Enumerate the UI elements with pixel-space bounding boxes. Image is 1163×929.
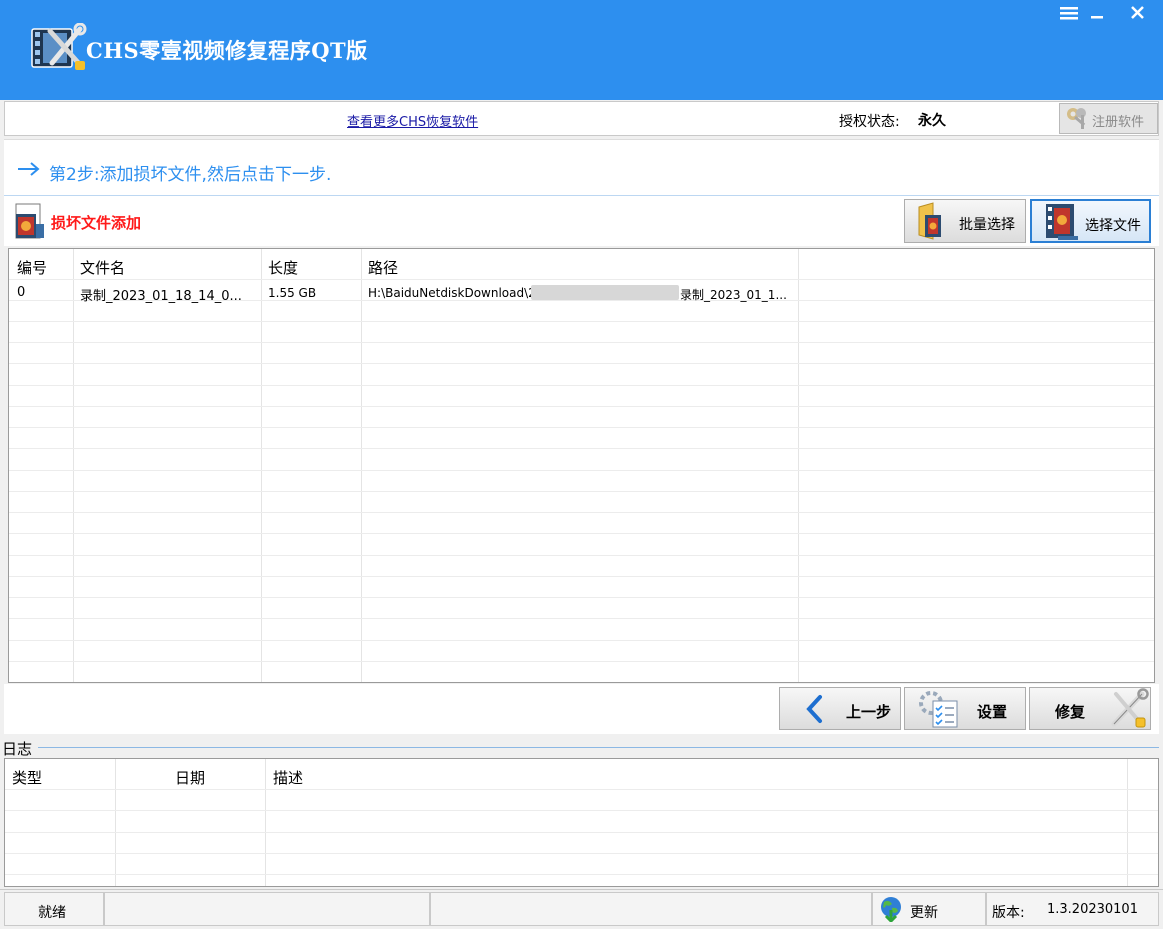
- repair-button[interactable]: 修复: [1029, 687, 1151, 730]
- redacted-path-segment: [531, 285, 679, 300]
- checklist-gear-icon: [919, 691, 958, 728]
- row-divider: [9, 279, 1154, 280]
- file-table[interactable]: 编号 文件名 长度 路径 0 录制_2023_01_18_14_0... 1.5…: [8, 248, 1155, 683]
- row-divider: [9, 448, 1154, 449]
- app-title: CHS零壹视频修复程序QT版: [86, 38, 368, 63]
- repair-label: 修复: [1055, 703, 1086, 721]
- batch-select-label: 批量选择: [959, 217, 1015, 233]
- prev-step-label: 上一步: [846, 703, 892, 721]
- log-rule: [38, 747, 1159, 748]
- step-panel: 第2步:添加损坏文件,然后点击下一步.: [4, 139, 1159, 196]
- update-label: 更新: [910, 905, 938, 921]
- version-value: 1.3.20230101: [1047, 902, 1138, 917]
- status-cell-empty: [104, 892, 430, 926]
- log-column-date[interactable]: 日期: [175, 767, 205, 788]
- prev-step-button[interactable]: 上一步: [779, 687, 901, 730]
- row-divider: [9, 512, 1154, 513]
- status-text: 就绪: [38, 905, 66, 921]
- auth-status-label: 授权状态:: [839, 114, 900, 130]
- close-icon[interactable]: [1127, 4, 1149, 22]
- register-button-label: 注册软件: [1092, 115, 1145, 130]
- title-bar: CHS零壹视频修复程序QT版: [0, 0, 1163, 100]
- select-file-button[interactable]: 选择文件: [1030, 199, 1151, 243]
- video-repair-logo-icon: [31, 23, 87, 70]
- row-divider: [9, 640, 1154, 641]
- cell-name: 录制_2023_01_18_14_0...: [80, 289, 242, 304]
- add-section-title: 损坏文件添加: [51, 214, 142, 232]
- more-software-link[interactable]: 查看更多CHS恢复软件: [347, 111, 478, 130]
- hamburger-menu-icon[interactable]: [1058, 4, 1080, 22]
- auth-status-value: 永久: [918, 113, 946, 129]
- settings-label: 设置: [977, 703, 1008, 721]
- log-column-type[interactable]: 类型: [12, 767, 42, 788]
- row-divider: [9, 597, 1154, 598]
- row-divider: [9, 321, 1154, 322]
- log-column-description[interactable]: 描述: [273, 767, 303, 788]
- row-divider: [9, 533, 1154, 534]
- status-cell-empty: [430, 892, 872, 926]
- update-button[interactable]: 更新: [872, 892, 986, 926]
- status-bar: 就绪 更新 版本: 1.3.20230101: [0, 889, 1163, 929]
- cell-id: 0: [17, 285, 26, 300]
- column-header-id[interactable]: 编号: [17, 257, 47, 278]
- row-divider: [9, 385, 1154, 386]
- add-file-toolbar: 损坏文件添加 批量选择 选择文件: [4, 196, 1159, 246]
- row-divider: [5, 874, 1158, 875]
- log-table[interactable]: 类型 日期 描述: [4, 758, 1159, 887]
- column-header-size[interactable]: 长度: [268, 257, 298, 278]
- film-file-icon: [15, 203, 44, 239]
- row-divider: [9, 342, 1154, 343]
- step-instruction: 第2步:添加损坏文件,然后点击下一步.: [49, 165, 332, 185]
- column-divider: [265, 759, 266, 886]
- log-title: 日志: [2, 738, 37, 759]
- wrench-screwdriver-icon: [1111, 688, 1149, 728]
- action-toolbar: 上一步 设置 修复: [4, 684, 1159, 734]
- select-file-label: 选择文件: [1085, 218, 1141, 234]
- register-button[interactable]: 注册软件: [1059, 103, 1158, 134]
- row-divider: [9, 427, 1154, 428]
- row-divider: [5, 832, 1158, 833]
- version-cell: 版本: 1.3.20230101: [986, 892, 1159, 926]
- row-divider: [9, 618, 1154, 619]
- batch-select-button[interactable]: 批量选择: [904, 199, 1026, 243]
- column-header-name[interactable]: 文件名: [80, 257, 125, 278]
- column-divider: [1127, 759, 1128, 886]
- row-divider: [5, 853, 1158, 854]
- keys-icon: [1067, 108, 1086, 129]
- cell-path-prefix: H:\BaiduNetdiskDownload\2: [368, 286, 536, 300]
- row-divider: [5, 789, 1158, 790]
- minimize-icon[interactable]: [1086, 4, 1108, 22]
- info-bar: 查看更多CHS恢复软件 授权状态: 永久 注册软件: [4, 101, 1159, 136]
- row-divider: [9, 470, 1154, 471]
- globe-update-icon: [881, 897, 901, 922]
- row-divider: [9, 363, 1154, 364]
- cell-path-suffix: 录制_2023_01_1...: [680, 288, 787, 302]
- column-divider: [115, 759, 116, 886]
- row-divider: [5, 810, 1158, 811]
- status-cell: 就绪: [4, 892, 104, 926]
- column-header-path[interactable]: 路径: [368, 257, 398, 278]
- row-divider: [9, 406, 1154, 407]
- arrow-right-icon: [18, 162, 40, 176]
- chevron-left-icon: [806, 695, 822, 723]
- row-divider: [9, 661, 1154, 662]
- row-divider: [9, 576, 1154, 577]
- version-label: 版本:: [992, 905, 1025, 921]
- folder-film-icon: [918, 202, 941, 240]
- settings-button[interactable]: 设置: [904, 687, 1026, 730]
- row-divider: [9, 555, 1154, 556]
- film-icon: [1046, 204, 1078, 240]
- row-divider: [9, 491, 1154, 492]
- cell-size: 1.55 GB: [268, 286, 317, 300]
